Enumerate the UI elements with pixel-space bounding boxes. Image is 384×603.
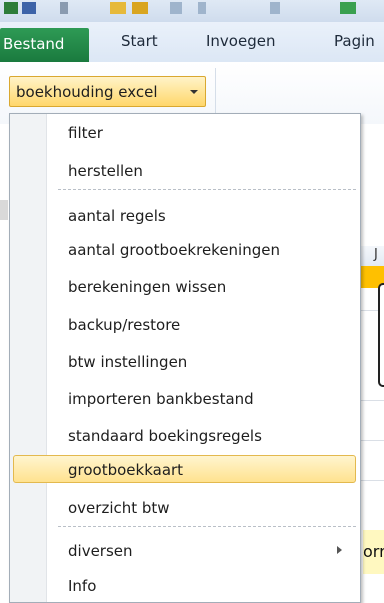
- menu-separator: [58, 189, 356, 190]
- row-header-strip: [0, 200, 8, 220]
- menu-item-label: btw instellingen: [68, 353, 188, 371]
- green-icon[interactable]: [340, 2, 356, 14]
- folder-icon[interactable]: [110, 2, 126, 14]
- excel-icon[interactable]: [4, 2, 18, 14]
- undo-icon[interactable]: [60, 2, 68, 14]
- menu-item-aantal-regels[interactable]: aantal regels: [13, 201, 356, 229]
- dropdown-menu: filter herstellen aantal regels aantal g…: [9, 113, 361, 603]
- menu-item-berekeningen-wissen[interactable]: berekeningen wissen: [13, 272, 356, 300]
- menu-item-label: herstellen: [68, 162, 143, 180]
- menu-item-label: aantal regels: [68, 207, 166, 225]
- menu-item-label: filter: [68, 124, 103, 142]
- menu-item-filter[interactable]: filter: [13, 118, 356, 146]
- menu-item-label: Info: [68, 577, 97, 595]
- menu-item-label: backup/restore: [68, 316, 181, 334]
- save-icon[interactable]: [22, 2, 36, 14]
- menu-item-info[interactable]: Info: [13, 571, 356, 599]
- menu-item-label: standaard boekingsregels: [68, 427, 262, 445]
- bordered-cell[interactable]: [378, 283, 384, 387]
- page-icon[interactable]: [170, 2, 182, 14]
- menu-item-herstellen[interactable]: herstellen: [13, 156, 356, 184]
- print-icon[interactable]: [270, 2, 280, 14]
- menu-item-grootboekkaart[interactable]: grootboekkaart: [13, 455, 356, 483]
- boekhouding-excel-dropdown[interactable]: boekhouding excel: [9, 76, 206, 107]
- menu-item-standaard-boekingsregels[interactable]: standaard boekingsregels: [13, 421, 356, 449]
- menu-item-importeren-bankbestand[interactable]: importeren bankbestand: [13, 384, 356, 412]
- tab-start[interactable]: Start: [121, 32, 158, 50]
- chevron-down-icon: [190, 90, 198, 94]
- tab-pagina[interactable]: Pagin: [334, 32, 375, 50]
- tab-bestand-label: Bestand: [3, 35, 65, 53]
- dropdown-label: boekhouding excel: [16, 83, 158, 101]
- tab-invoegen[interactable]: Invoegen: [206, 32, 275, 50]
- menu-item-label: aantal grootboekrekeningen: [68, 241, 280, 259]
- arrow-icon[interactable]: [198, 2, 206, 14]
- menu-item-btw-instellingen[interactable]: btw instellingen: [13, 347, 356, 375]
- quick-access-toolbar: [0, 0, 384, 23]
- menu-item-label: importeren bankbestand: [68, 390, 254, 408]
- menu-item-label: berekeningen wissen: [68, 278, 227, 296]
- column-letter: J: [374, 247, 378, 262]
- menu-item-label: overzicht btw: [68, 499, 170, 517]
- menu-item-aantal-grootboekrekeningen[interactable]: aantal grootboekrekeningen: [13, 235, 356, 263]
- menu-item-diversen[interactable]: diversen: [13, 536, 356, 564]
- folder-open-icon[interactable]: [132, 2, 148, 14]
- menu-item-label: grootboekkaart: [68, 461, 184, 479]
- menu-separator: [58, 526, 356, 527]
- menu-item-overzicht-btw[interactable]: overzicht btw: [13, 493, 356, 521]
- tab-bestand[interactable]: Bestand: [0, 28, 89, 62]
- cell-text: orr: [363, 542, 384, 561]
- menu-item-backup-restore[interactable]: backup/restore: [13, 310, 356, 338]
- yellow-cell[interactable]: orr: [363, 530, 384, 574]
- ribbon-tabs: Bestand Start Invoegen Pagin: [0, 22, 384, 63]
- chevron-right-icon: [337, 546, 342, 554]
- menu-item-label: diversen: [68, 542, 133, 560]
